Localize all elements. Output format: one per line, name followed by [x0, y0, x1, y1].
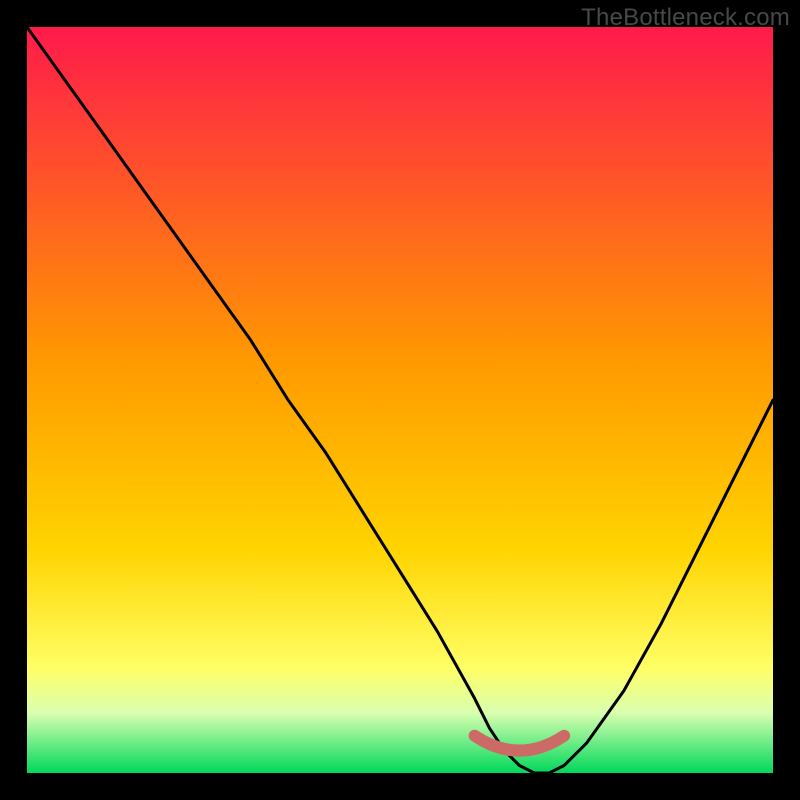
chart-frame	[27, 27, 773, 773]
chart-svg	[27, 27, 773, 773]
watermark-text: TheBottleneck.com	[581, 4, 790, 32]
gradient-background	[27, 27, 773, 773]
